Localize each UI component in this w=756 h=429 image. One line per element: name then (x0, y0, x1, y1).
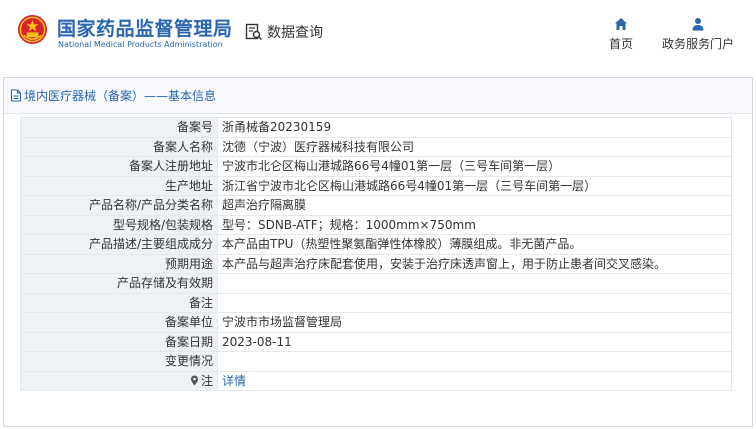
nav-portal-label: 政务服务门户 (661, 37, 734, 51)
nav-home[interactable]: 首页 (600, 16, 642, 52)
record-panel: 境内医疗器械（备案）——基本信息 备案号 浙甬械备20230159 备案人名称 沈德（… (3, 77, 753, 427)
field-label: 注 (20, 370, 218, 391)
breadcrumb: 境内医疗器械（备案）——基本信息 (4, 78, 752, 114)
data-query-label: 数据查询 (267, 25, 323, 41)
table-row: 备注 (20, 292, 732, 313)
site-header: 国家药品监督管理局 National Medical Products Admi… (0, 0, 756, 64)
field-value: 详情 (217, 370, 732, 391)
field-label: 备注 (20, 292, 218, 313)
field-label: 生产地址 (20, 175, 218, 196)
national-emblem-icon (17, 14, 48, 45)
table-row: 备案单位 宁波市市场监督管理局 (20, 312, 732, 333)
table-row: 备案人名称 沈德（宁波）医疗器械科技有限公司 (20, 136, 732, 157)
pin-icon (190, 375, 198, 386)
note-label: 注 (200, 373, 213, 388)
field-value: 浙甬械备20230159 (217, 117, 732, 138)
table-row: 型号规格/包装规格 型号：SDNB-ATF；规格：1000mm×750mm (20, 214, 732, 235)
field-value (217, 292, 732, 313)
table-row: 备案日期 2023-08-11 (20, 331, 732, 352)
table-row: 产品存储及有效期 (20, 273, 732, 294)
table-row: 生产地址 浙江省宁波市北仑区梅山港城路66号4幢01第一层（三号车间第一层） (20, 175, 732, 196)
field-label: 备案号 (20, 117, 218, 138)
field-label: 备案人注册地址 (20, 156, 218, 177)
field-label: 产品描述/主要组成成分 (20, 234, 218, 255)
user-icon (692, 18, 704, 31)
table-row: 备案号 浙甬械备20230159 (20, 117, 732, 138)
field-value: 宁波市市场监督管理局 (217, 312, 732, 333)
table-row: 产品描述/主要组成成分 本产品由TPU（热塑性聚氨酯弹性体橡胶）薄膜组成。非无菌产… (20, 234, 732, 255)
field-value: 沈德（宁波）医疗器械科技有限公司 (217, 136, 732, 157)
table-row-note: 注详情 (20, 370, 732, 391)
nav-home-label: 首页 (608, 37, 633, 51)
document-icon (10, 89, 22, 102)
breadcrumb-text: 境内医疗器械（备案）——基本信息 (24, 89, 217, 103)
home-icon (615, 18, 627, 30)
basic-info-table: 备案号 浙甬械备20230159 备案人名称 沈德（宁波）医疗器械科技有限公司 备案人注… (20, 117, 732, 391)
data-query-link[interactable]: 数据查询 (245, 22, 323, 42)
table-row: 预期用途 本产品与超声治疗床配套使用，安装于治疗床透声窗上，用于防止患者间交叉感染… (20, 253, 732, 274)
field-label: 型号规格/包装规格 (20, 214, 218, 235)
field-label: 产品名称/产品分类名称 (20, 195, 218, 216)
site-logo-title[interactable]: 国家药品监督管理局 (57, 14, 233, 41)
field-label: 备案单位 (20, 312, 218, 333)
field-value (217, 273, 732, 294)
nav-government-portal[interactable]: 政务服务门户 (656, 16, 740, 52)
field-label: 产品存储及有效期 (20, 273, 218, 294)
table-row: 产品名称/产品分类名称 超声治疗隔离膜 (20, 195, 732, 216)
field-value: 本产品由TPU（热塑性聚氨酯弹性体橡胶）薄膜组成。非无菌产品。 (217, 234, 732, 255)
field-value: 宁波市北仑区梅山港城路66号4幢01第一层（三号车间第一层） (217, 156, 732, 177)
field-value: 浙江省宁波市北仑区梅山港城路66号4幢01第一层（三号车间第一层） (217, 175, 732, 196)
field-label: 备案日期 (20, 331, 218, 352)
table-row: 备案人注册地址 宁波市北仑区梅山港城路66号4幢01第一层（三号车间第一层） (20, 156, 732, 177)
field-label: 预期用途 (20, 253, 218, 274)
field-label: 备案人名称 (20, 136, 218, 157)
field-label: 变更情况 (20, 351, 218, 372)
field-value: 超声治疗隔离膜 (217, 195, 732, 216)
field-value (217, 351, 732, 372)
field-value: 本产品与超声治疗床配套使用，安装于治疗床透声窗上，用于防止患者间交叉感染。 (217, 253, 732, 274)
field-value: 型号：SDNB-ATF；规格：1000mm×750mm (217, 214, 732, 235)
document-search-icon (245, 23, 263, 41)
field-value: 2023-08-11 (217, 331, 732, 352)
table-row: 变更情况 (20, 351, 732, 372)
site-logo-subtitle: National Medical Products Administration (58, 40, 223, 49)
details-link[interactable]: 详情 (222, 374, 246, 388)
